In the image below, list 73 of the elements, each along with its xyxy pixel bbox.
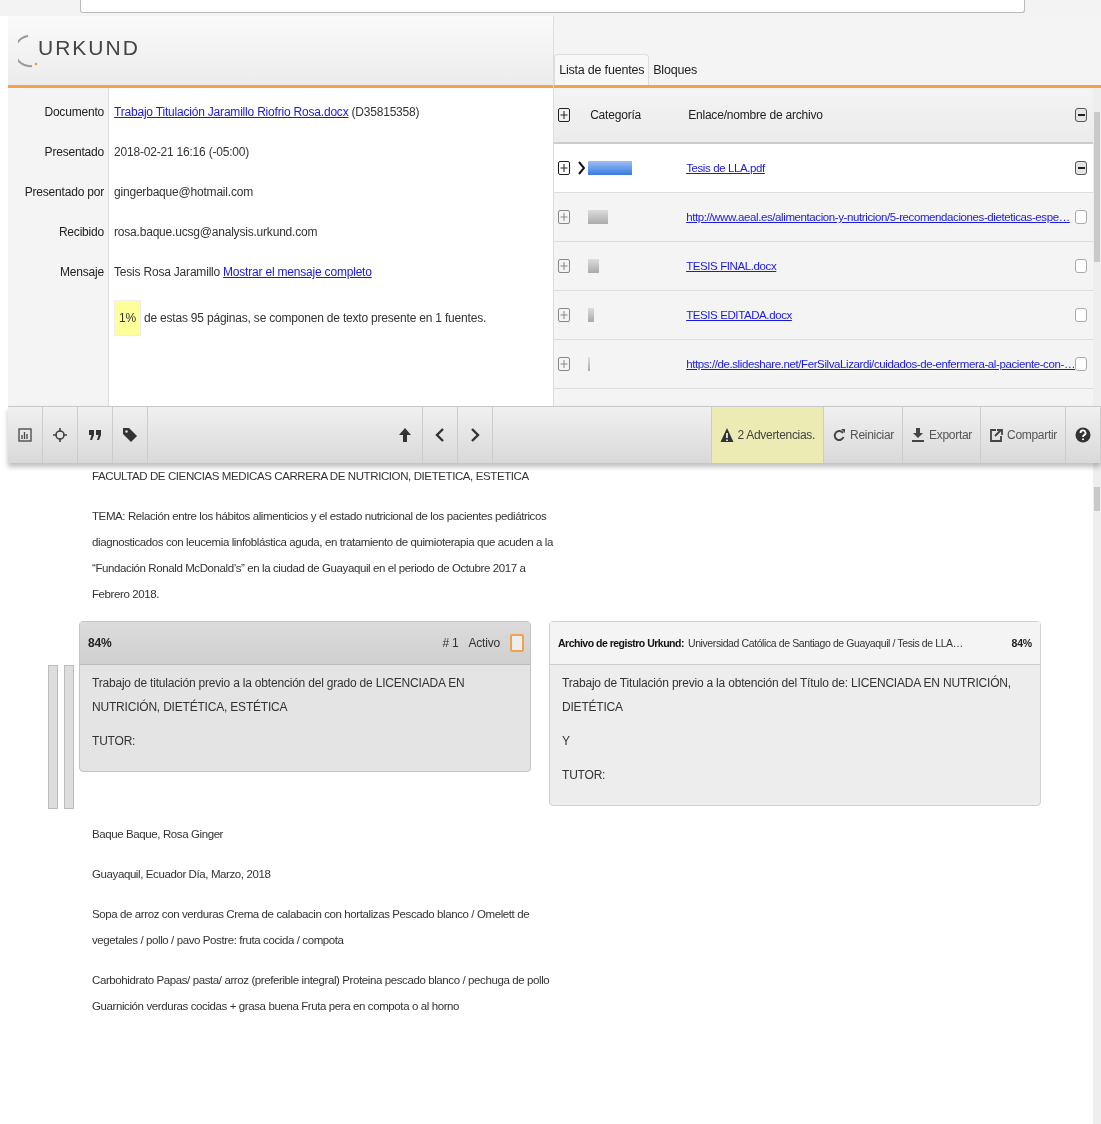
document-id: (D35815358) (351, 104, 420, 121)
source-link[interactable]: Tesis de LLA.pdf (686, 162, 1075, 174)
toolbar-button[interactable]: Exportar (903, 407, 981, 463)
expand-all-icon[interactable] (558, 108, 571, 122)
field-value: rosa.baque.ucsg@analysis.urkund.com (114, 224, 318, 241)
warning-icon (719, 427, 734, 443)
share-icon (989, 428, 1003, 442)
field-label: Recibido (58, 224, 104, 241)
source-text: TUTOR: (562, 767, 607, 784)
checkbox[interactable] (1075, 161, 1087, 175)
logo-text: URKUND (38, 36, 140, 60)
toolbar-button[interactable]: Compartir (981, 407, 1066, 463)
summary-text: de estas 95 páginas, se componen de texto presente en 1 fuentes. (143, 311, 487, 325)
match-bar (588, 210, 609, 224)
field-value: gingerbaque@hotmail.com (114, 184, 253, 201)
active-label: Activo (468, 636, 500, 650)
source-row[interactable]: http://www.aeal.es/alimentacion-y-nutricion/5-recomendaciones-dieteticas-espe… (554, 193, 1093, 242)
checkbox[interactable] (1075, 357, 1087, 371)
column-header: Categoría (589, 108, 643, 122)
scrollbar[interactable] (1093, 88, 1101, 406)
document-paragraph: TEMA: Relación entre los hábitos alimenticios y el estado nutricional de los pacientes pediátricos diagnosticados con leucemia linfoblástica aguda, en tratamiento de quimioterapia que acuden a la “Fundación Ronald McDonald’s” en la ciudad de Guayaquil en el periodo de Octubre 2017 a Febrero 2018. (92, 509, 555, 602)
match-bar (588, 161, 633, 175)
scrollbar[interactable] (1093, 463, 1101, 1124)
source-text: Trabajo de Titulación previo a la obtención del Título de: LICENCIADA EN NUTRICIÓN, DIETÉTICA (562, 674, 1012, 716)
field-label: Presentado por (24, 184, 104, 201)
show-message-link[interactable]: Mostrar el mensaje completo (223, 260, 372, 300)
refresh-icon (832, 428, 847, 442)
checkbox[interactable] (1075, 259, 1087, 273)
chevron-icon (577, 161, 585, 175)
document-paragraph: Guayaquil, Ecuador Día, Marzo, 2018 (92, 867, 272, 882)
expand-icon[interactable] (558, 161, 571, 175)
source-row[interactable]: TESIS FINAL.docx (554, 242, 1093, 291)
logo-icon (18, 34, 38, 68)
download-icon (911, 427, 926, 443)
active-checkbox[interactable] (510, 634, 524, 652)
source-label: Archivo de registro Urkund: (558, 637, 684, 649)
field-label: Presentado (44, 144, 104, 161)
source-link[interactable]: TESIS FINAL.docx (686, 260, 1075, 272)
match-number: # 1 (442, 636, 459, 650)
toolbar-button[interactable]: Reiniciar (824, 407, 904, 463)
source-link[interactable]: TESIS EDITADA.docx (686, 309, 1075, 321)
source-percent: 84% (1011, 637, 1032, 649)
field-value: 2018-02-21 16:16 (-05:00) (114, 144, 250, 161)
field-label: Documento (44, 104, 104, 121)
tab[interactable]: Bloques (649, 55, 701, 85)
document-paragraph: Sopa de arroz con verduras Crema de calabacin con hortalizas Pescado blanco / Omelett de vegetales / pollo / pavo Postre: fruta cocida / compota (92, 907, 531, 948)
percent-badge: 1% (114, 300, 141, 336)
tab[interactable]: Lista de fuentes (554, 54, 650, 85)
source-link[interactable]: https://de.slideshare.net/FerSilvaLizardi/cuidados-de-enfermera-al-paciente-con-… (686, 358, 1075, 370)
document-paragraph: FACULTAD DE CIENCIAS MEDICAS CARRERA DE NUTRICION, DIETETICA, ESTETICA (92, 469, 530, 484)
document-paragraph: Baque Baque, Rosa Ginger (92, 827, 225, 842)
checkbox[interactable] (1075, 308, 1087, 322)
document-paragraph: Carbohidrato Papas/ pasta/ arroz (preferible integral) Proteina pescado blanco / pechuga de pollo Guarnición verduras cocidas + grasa buena Fruta pera en compota o al horno (92, 973, 551, 1014)
matched-text: Trabajo de titulación previo a la obtención del grado de LICENCIADA EN NUTRICIÓN, DIETÉTICA, ESTÉTICA (92, 675, 466, 716)
matched-text: TUTOR: (92, 733, 137, 750)
match-bar (588, 308, 595, 322)
checkbox[interactable] (1075, 210, 1087, 224)
source-text: Y (562, 733, 571, 750)
source-row[interactable]: Tesis de LLA.pdf (554, 144, 1093, 193)
field-label: Mensaje (60, 264, 104, 281)
column-header: Enlace/nombre de archivo (688, 108, 824, 122)
source-row[interactable]: TESIS EDITADA.docx (554, 291, 1093, 340)
match-bar (588, 357, 591, 371)
warnings-button[interactable]: 2 Advertencias. (711, 407, 825, 463)
message-text: Tesis Rosa Jaramillo (114, 264, 221, 281)
match-bar (588, 259, 600, 273)
source-row[interactable]: https://de.slideshare.net/FerSilvaLizardi/cuidados-de-enfermera-al-paciente-con-… (554, 340, 1093, 389)
input-field[interactable] (80, 0, 1025, 13)
collapse-all-icon[interactable] (1075, 108, 1087, 122)
source-link[interactable]: http://www.aeal.es/alimentacion-y-nutricion/5-recomendaciones-dieteticas-espe… (686, 211, 1075, 223)
document-link[interactable]: Trabajo Titulación Jaramillo Riofrio Rosa.docx (114, 100, 349, 140)
source-name: Universidad Católica de Santiago de Guayaquil / Tesis de LLA… (687, 637, 963, 649)
match-percent: 84% (88, 636, 112, 650)
